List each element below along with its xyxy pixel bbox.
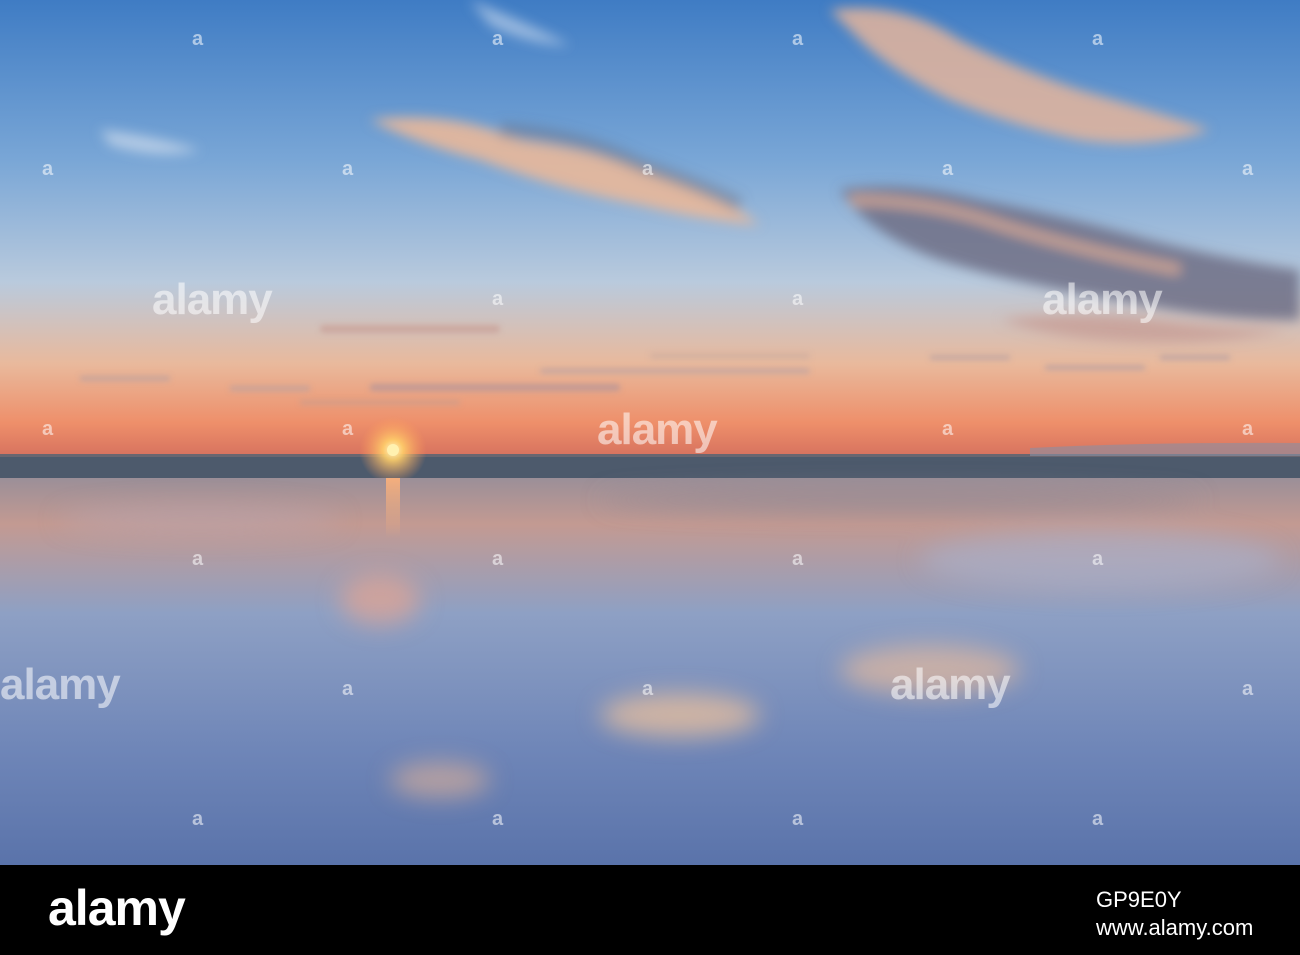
watermark-mark: a (642, 158, 653, 180)
sun-reflection (386, 478, 400, 538)
watermark-mark: a (792, 548, 803, 570)
watermark-mark: a (1092, 548, 1103, 570)
sky (0, 0, 1300, 455)
watermark-mark: a (342, 418, 353, 440)
watermark-mark: a (792, 288, 803, 310)
watermark-mark: a (192, 28, 203, 50)
watermark-mark: a (1242, 418, 1253, 440)
watermark-mark: a (942, 418, 953, 440)
watermark-mark: a (192, 548, 203, 570)
watermark-mark: a (1092, 808, 1103, 830)
footer-bar: alamy GP9E0Y www.alamy.com (0, 865, 1300, 955)
watermark-logo: alamy (152, 275, 273, 324)
watermark-mark: a (342, 678, 353, 700)
watermark-mark: a (492, 808, 503, 830)
watermark-mark: a (492, 28, 503, 50)
sea (0, 454, 1300, 480)
watermark-mark: a (42, 418, 53, 440)
watermark-mark: a (492, 288, 503, 310)
watermark-mark: a (792, 28, 803, 50)
stock-photo-frame: alamy alamy alamy alamy alamy a a a a a … (0, 0, 1300, 955)
watermark-mark: a (1242, 158, 1253, 180)
watermark-mark: a (1092, 28, 1103, 50)
watermark-mark: a (192, 808, 203, 830)
watermark-mark: a (642, 678, 653, 700)
watermark-mark: a (1242, 678, 1253, 700)
watermark-mark: a (792, 808, 803, 830)
sun (387, 444, 399, 456)
watermark-logo: alamy (890, 660, 1011, 709)
site-url: www.alamy.com (1096, 915, 1254, 940)
watermark-mark: a (42, 158, 53, 180)
watermark-logo: alamy (1042, 275, 1163, 324)
alamy-logo: alamy (48, 880, 186, 936)
watermark-logo: alamy (597, 405, 718, 454)
watermark-logo: alamy (0, 660, 121, 709)
image-id: GP9E0Y (1096, 887, 1182, 912)
watermark-mark: a (492, 548, 503, 570)
watermark-mark: a (342, 158, 353, 180)
watermark-mark: a (942, 158, 953, 180)
